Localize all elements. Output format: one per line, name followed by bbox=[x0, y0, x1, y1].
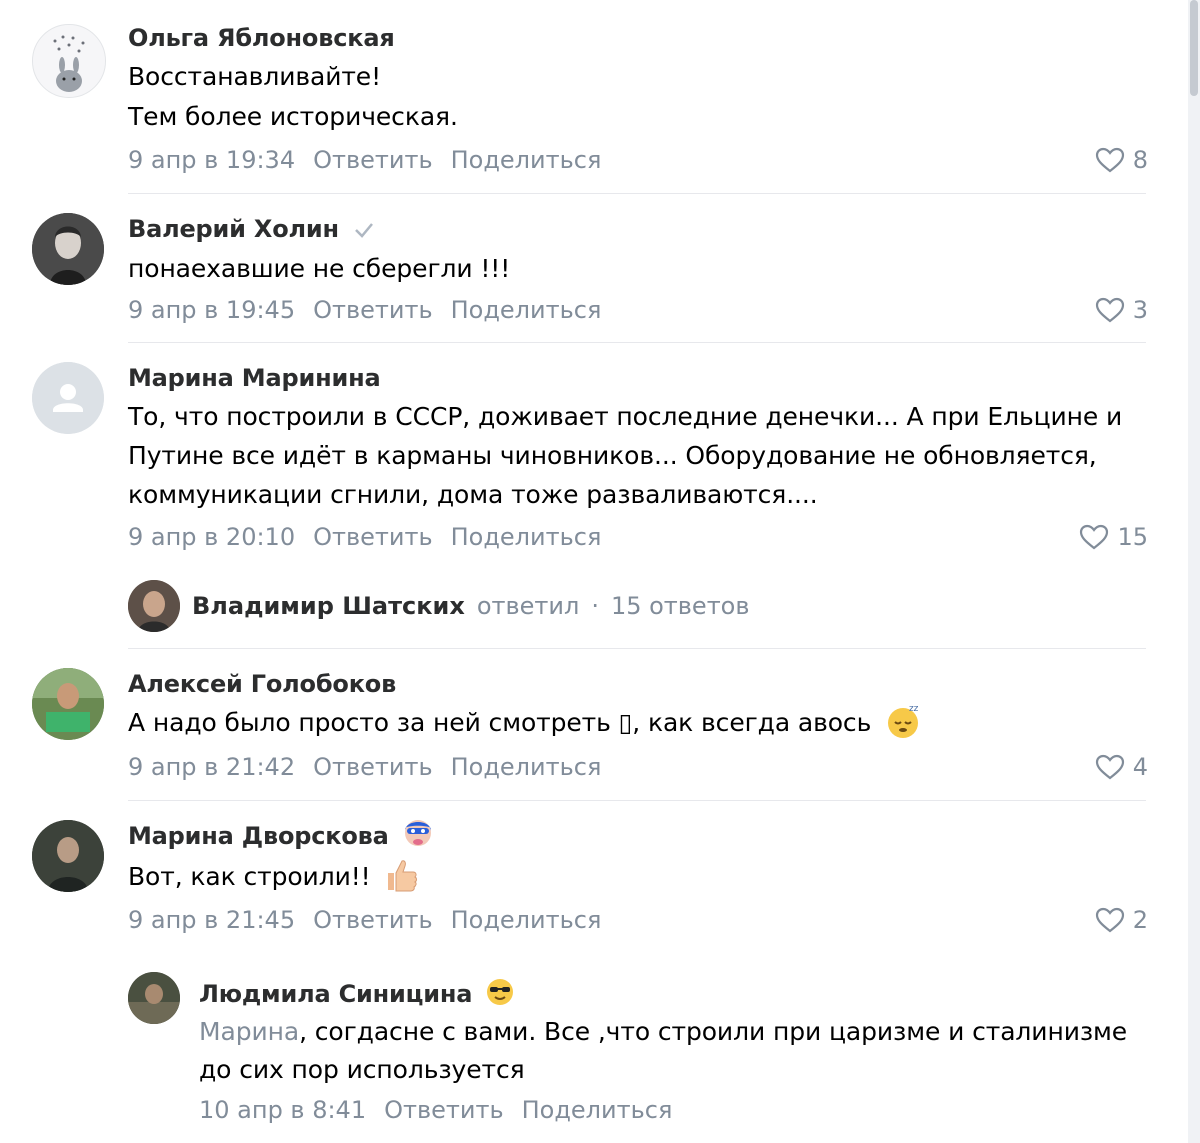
check-icon bbox=[355, 223, 374, 238]
share-button[interactable]: Поделиться bbox=[522, 1096, 673, 1124]
comment-text-line: То, что построили в СССР, доживает после… bbox=[128, 402, 1123, 431]
person-photo-icon bbox=[32, 668, 104, 740]
share-button[interactable]: Поделиться bbox=[451, 146, 602, 174]
mention-link[interactable]: Марина bbox=[199, 1017, 299, 1046]
comments-feed: Ольга Яблоновская Восстанавливайте! Тем … bbox=[0, 0, 1200, 1143]
comment-meta: 9 апр в 19:34 Ответить Поделиться bbox=[128, 146, 601, 174]
replier-name: Владимир Шатских bbox=[192, 592, 465, 620]
like-button[interactable]: 2 bbox=[1095, 906, 1148, 934]
author-name[interactable]: Валерий Холин bbox=[128, 215, 375, 243]
comment-text-line: понаехавшие не сберегли !!! bbox=[128, 254, 511, 283]
like-count: 2 bbox=[1132, 906, 1148, 934]
comment-text-line: Марина, согдасне с вами. Все ,что строил… bbox=[199, 1017, 1127, 1046]
divider bbox=[128, 342, 1146, 343]
share-button[interactable]: Поделиться bbox=[451, 906, 602, 934]
divider bbox=[128, 193, 1146, 194]
show-replies-button[interactable]: Владимир Шатских ответил · 15 ответов bbox=[128, 580, 750, 632]
replies-count: 15 ответов bbox=[610, 592, 750, 620]
superhero-icon bbox=[404, 820, 431, 846]
comment-date[interactable]: 9 апр в 21:45 bbox=[128, 906, 295, 934]
comment-meta: 9 апр в 21:45 Ответить Поделиться bbox=[128, 906, 601, 934]
reply-button[interactable]: Ответить bbox=[313, 523, 432, 551]
author-name[interactable]: Людмила Синицина bbox=[199, 979, 514, 1008]
comment-text-line: до сих пор используется bbox=[199, 1055, 525, 1084]
comment-date[interactable]: 9 апр в 19:45 bbox=[128, 296, 295, 324]
comment-meta: 9 апр в 20:10 Ответить Поделиться bbox=[128, 523, 601, 551]
share-button[interactable]: Поделиться bbox=[451, 523, 602, 551]
share-button[interactable]: Поделиться bbox=[451, 753, 602, 781]
reply-button[interactable]: Ответить bbox=[384, 1096, 503, 1124]
scrollbar-thumb[interactable] bbox=[1190, 0, 1198, 96]
comment-text-line: Тем более историческая. bbox=[128, 102, 458, 131]
reply-button[interactable]: Ответить bbox=[313, 906, 432, 934]
comment-date[interactable]: 9 апр в 19:34 bbox=[128, 146, 295, 174]
comment-date[interactable]: 10 апр в 8:41 bbox=[199, 1096, 366, 1124]
avatar[interactable] bbox=[32, 213, 104, 285]
author-name-text: Марина Дворскова bbox=[128, 822, 389, 850]
like-button[interactable]: 15 bbox=[1079, 523, 1148, 551]
share-button[interactable]: Поделиться bbox=[451, 296, 602, 324]
comment-text-line: Вот, как строили!! bbox=[128, 860, 420, 893]
author-name[interactable]: Алексей Голобоков bbox=[128, 670, 396, 698]
comment-date[interactable]: 9 апр в 21:42 bbox=[128, 753, 295, 781]
author-name[interactable]: Ольга Яблоновская bbox=[128, 24, 395, 52]
heart-icon bbox=[1095, 297, 1124, 323]
heart-icon bbox=[1080, 524, 1109, 550]
like-count: 15 bbox=[1117, 523, 1148, 551]
comment-text-line: Путине все идёт в карманы чиновников... … bbox=[128, 441, 1097, 470]
author-name[interactable]: Марина Маринина bbox=[128, 364, 381, 392]
svg-text:zz: zz bbox=[909, 704, 919, 714]
reply-button[interactable]: Ответить bbox=[313, 146, 432, 174]
person-photo-icon bbox=[32, 820, 104, 892]
avatar[interactable] bbox=[32, 820, 104, 892]
avatar[interactable] bbox=[32, 24, 106, 98]
comment-text: Вот, как строили!! bbox=[128, 862, 371, 891]
heart-icon bbox=[1095, 907, 1124, 933]
like-count: 3 bbox=[1132, 296, 1148, 324]
divider bbox=[128, 800, 1146, 801]
reply-button[interactable]: Ответить bbox=[313, 753, 432, 781]
heart-icon bbox=[1095, 754, 1124, 780]
divider bbox=[128, 648, 1146, 649]
like-count: 4 bbox=[1132, 753, 1148, 781]
scrollbar[interactable] bbox=[1188, 0, 1200, 1143]
author-name-text: Валерий Холин bbox=[128, 215, 339, 243]
heart-icon bbox=[1095, 147, 1124, 173]
author-name[interactable]: Марина Дворскова bbox=[128, 820, 433, 850]
comment-date[interactable]: 9 апр в 20:10 bbox=[128, 523, 295, 551]
sunglasses-face-icon bbox=[487, 979, 514, 1005]
person-photo-icon bbox=[128, 580, 180, 632]
default-user-icon bbox=[32, 362, 104, 434]
comment-meta: 10 апр в 8:41 Ответить Поделиться bbox=[199, 1096, 672, 1124]
like-button[interactable]: 8 bbox=[1095, 146, 1148, 174]
avatar[interactable] bbox=[128, 972, 180, 1024]
avatar[interactable] bbox=[32, 362, 104, 434]
author-name-text: Людмила Синицина bbox=[199, 980, 473, 1008]
comment-text-line: коммуникации сгнили, дома тоже развалива… bbox=[128, 480, 818, 509]
separator-dot: · bbox=[591, 592, 599, 620]
comment-meta: 9 апр в 19:45 Ответить Поделиться bbox=[128, 296, 601, 324]
comment-text: , согдасне с вами. Все ,что строили при … bbox=[299, 1017, 1128, 1046]
sleeping-face-icon: zz bbox=[888, 704, 919, 738]
avatar[interactable] bbox=[32, 668, 104, 740]
replied-label: ответил bbox=[476, 592, 580, 620]
comment-text-line: А надо было просто за ней смотреть ▯, ка… bbox=[128, 704, 921, 739]
person-photo-icon bbox=[128, 972, 180, 1024]
comment-meta: 9 апр в 21:42 Ответить Поделиться bbox=[128, 753, 601, 781]
like-button[interactable]: 3 bbox=[1095, 296, 1148, 324]
thumbs-up-icon bbox=[388, 860, 418, 892]
person-photo-icon bbox=[32, 213, 104, 285]
bunny-avatar-icon bbox=[33, 25, 105, 97]
like-button[interactable]: 4 bbox=[1095, 753, 1148, 781]
reply-button[interactable]: Ответить bbox=[313, 296, 432, 324]
like-count: 8 bbox=[1132, 146, 1148, 174]
avatar bbox=[128, 580, 180, 632]
comment-text: А надо было просто за ней смотреть ▯, ка… bbox=[128, 708, 872, 737]
comment-text-line: Восстанавливайте! bbox=[128, 62, 382, 91]
